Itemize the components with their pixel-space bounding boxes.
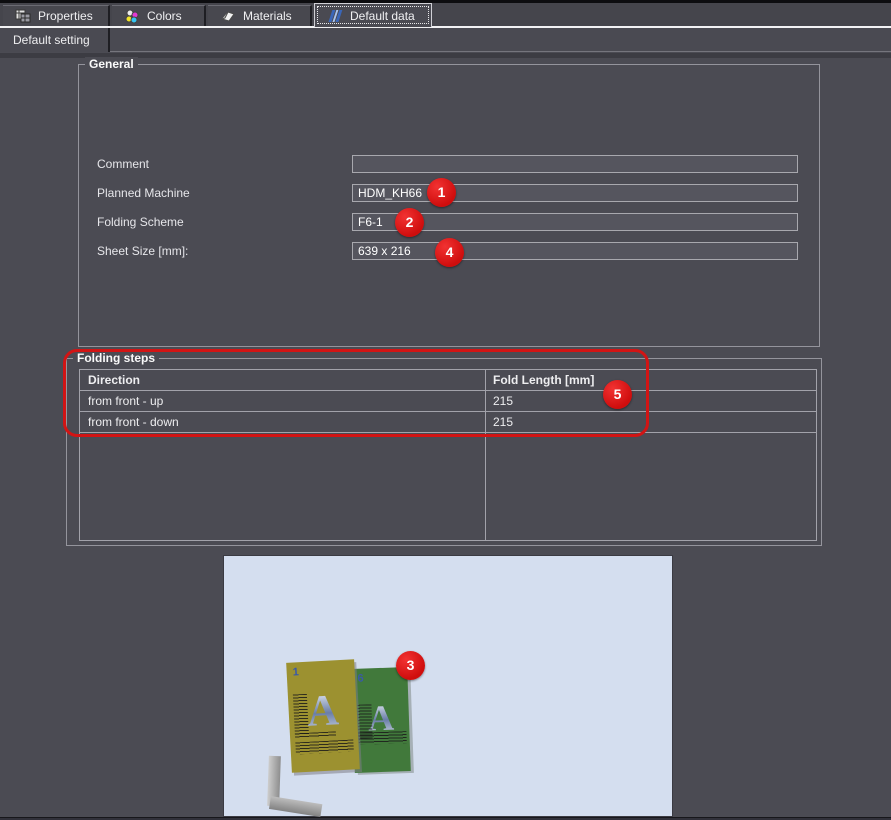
sheet-fine-print: [295, 731, 336, 738]
properties-icon: [15, 8, 31, 24]
tab-properties[interactable]: Properties: [3, 5, 110, 26]
table-header-row: Direction Fold Length [mm]: [80, 370, 816, 391]
annotation-badge-3: 3: [396, 651, 425, 680]
sheet-preview-viewport[interactable]: 1 A 6 A 3: [223, 555, 673, 817]
tab-label: Properties: [38, 9, 93, 23]
cell-fold-length: 215: [485, 415, 816, 429]
tab-default-setting[interactable]: Default setting: [0, 28, 110, 52]
tab-materials[interactable]: Materials: [208, 5, 312, 26]
main-tab-bar: Properties Colors Materials: [0, 0, 891, 26]
tab-label: Default data: [350, 9, 415, 23]
cell-direction: from front - down: [80, 415, 485, 429]
tab-label: Materials: [243, 9, 292, 23]
column-header-direction: Direction: [80, 373, 485, 387]
table-row[interactable]: from front - up 215: [80, 391, 816, 412]
comment-input[interactable]: [352, 155, 798, 173]
folding-steps-groupbox: Folding steps Direction Fold Length [mm]…: [66, 358, 822, 546]
colors-icon: [124, 8, 140, 24]
folding-steps-group-title: Folding steps: [73, 351, 159, 365]
default-data-icon: [327, 8, 343, 24]
annotation-badge-4: 4: [435, 238, 464, 267]
materials-icon: [220, 8, 236, 24]
sheet-fine-print: [295, 739, 353, 754]
annotation-badge-1: 1: [427, 178, 456, 207]
table-row[interactable]: from front - down 215: [80, 412, 816, 433]
cell-fold-length: 215: [485, 394, 816, 408]
preview-sheet-front: 1 A: [286, 659, 360, 772]
sheet-fine-print: [358, 731, 406, 745]
tab-colors[interactable]: Colors: [112, 5, 206, 26]
general-groupbox: General: [78, 64, 820, 347]
comment-label: Comment: [97, 157, 149, 171]
annotation-badge-2: 2: [395, 208, 424, 237]
planned-machine-input[interactable]: [352, 184, 798, 202]
folding-steps-table: Direction Fold Length [mm] from front - …: [79, 369, 817, 541]
angle-ruler-horizontal: [269, 796, 322, 817]
column-header-fold-length: Fold Length [mm]: [485, 373, 816, 387]
annotation-badge-5: 5: [603, 380, 632, 409]
sheet-size-input[interactable]: [352, 242, 798, 260]
tab-default-data[interactable]: Default data: [314, 3, 432, 27]
sheet-fine-print: [293, 694, 309, 737]
sheet-page-number: 6: [357, 673, 364, 685]
general-group-title: General: [85, 57, 138, 71]
sub-tab-bar: Default setting: [0, 28, 891, 52]
cell-direction: from front - up: [80, 394, 485, 408]
tab-label: Colors: [147, 9, 182, 23]
preview-sheet-back: 6 A: [351, 667, 411, 773]
planned-machine-label: Planned Machine: [97, 186, 190, 200]
tabbar-underline: [0, 26, 891, 28]
sheet-size-label: Sheet Size [mm]:: [97, 244, 188, 258]
folding-scheme-label: Folding Scheme: [97, 215, 184, 229]
subtab-label: Default setting: [13, 33, 90, 47]
sheet-page-number: 1: [292, 666, 299, 678]
